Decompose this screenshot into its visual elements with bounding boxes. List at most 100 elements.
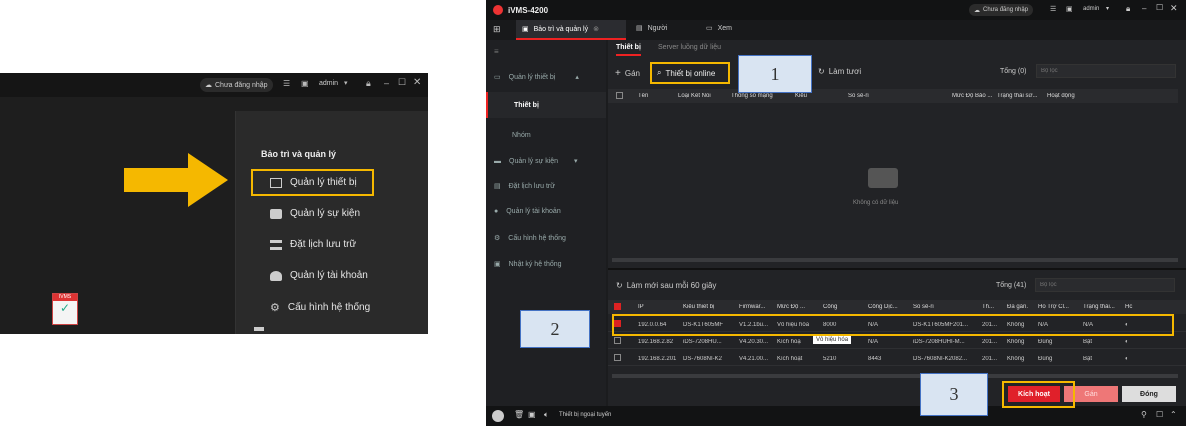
- search-icon: ⌕: [657, 68, 662, 77]
- refresh-icon: ↻: [818, 67, 825, 76]
- grid-icon[interactable]: ⊞: [493, 24, 501, 35]
- image-icon[interactable]: ▣: [301, 79, 309, 88]
- minimize-icon[interactable]: –: [1142, 4, 1146, 13]
- online-scrollbar[interactable]: [612, 374, 1178, 378]
- sidebar-item-group[interactable]: Nhóm: [512, 132, 531, 139]
- menu-title: Bảo trì và quản lý: [261, 149, 337, 159]
- online-total: Tổng (41): [996, 282, 1027, 289]
- add-button[interactable]: + Gán: [615, 68, 640, 79]
- menu-icon[interactable]: ≡: [494, 47, 499, 56]
- event-icon: ▬: [494, 157, 501, 165]
- select-all-checkbox[interactable]: [616, 91, 623, 99]
- image-icon[interactable]: ▣: [1066, 5, 1073, 13]
- select-all-online-checkbox[interactable]: [614, 302, 621, 310]
- list-icon[interactable]: ☰: [283, 79, 290, 88]
- sidebar-item-account[interactable]: ● Quản lý tài khoản: [494, 208, 561, 215]
- app-logo-icon: [493, 5, 503, 15]
- chevron-up-icon[interactable]: ⌃: [1170, 410, 1177, 419]
- login-status[interactable]: ☁ Chưa đăng nhập: [969, 4, 1034, 16]
- sidebar-item-storage[interactable]: ▤ Đặt lịch lưu trữ: [494, 182, 555, 191]
- total-count: Tổng (0): [1000, 68, 1027, 75]
- left-title-bar: ☁ Chưa đăng nhập ☰ ▣ admin ▾ 🔒︎ – ☐ ✕: [0, 73, 428, 97]
- maximize-icon[interactable]: ☐: [1156, 3, 1163, 12]
- minimize-icon[interactable]: –: [384, 78, 389, 88]
- sidebar-item-devices[interactable]: Thiết bị: [486, 92, 606, 118]
- maximize-icon[interactable]: ☐: [398, 77, 406, 88]
- chevron-down-icon[interactable]: ▾: [1106, 5, 1109, 12]
- people-icon: ▤: [636, 25, 643, 32]
- annotation-2: 2: [520, 310, 590, 348]
- cloud-icon: ☁: [205, 82, 212, 89]
- globe-icon[interactable]: ◐: [1125, 339, 1139, 345]
- menu-item-system-config[interactable]: ⚙ Cấu hình hệ thống: [270, 301, 370, 314]
- highlight-device-management: [251, 169, 374, 196]
- highlight-activate-button: [1002, 381, 1075, 408]
- user-icon: [270, 270, 282, 281]
- cloud-icon: ☁: [974, 7, 980, 14]
- sidebar-item-event-management[interactable]: ▬ Quản lý sự kiện ▾: [494, 157, 578, 166]
- device-icon: ▭: [494, 74, 501, 81]
- user-name[interactable]: admin: [1083, 6, 1099, 12]
- close-icon[interactable]: ✕: [413, 77, 421, 88]
- ivms-window: iVMS-4200 ☁ Chưa đăng nhập ☰ ▣ admin ▾ 🔒︎…: [486, 0, 1186, 426]
- maintenance-icon: ▣: [522, 26, 529, 33]
- lock-icon[interactable]: 🔒︎: [1126, 4, 1130, 14]
- view-icon: ▭: [706, 25, 713, 32]
- menu-item-event-management[interactable]: Quản lý sự kiện: [270, 208, 360, 219]
- lock-icon[interactable]: 🔒︎: [366, 78, 371, 89]
- event-icon: [270, 208, 282, 219]
- storage-icon: ▤: [494, 183, 501, 190]
- filter-input[interactable]: [1036, 64, 1176, 78]
- pin-icon[interactable]: ⚲: [1141, 410, 1147, 419]
- monitor-icon[interactable]: ▣: [528, 410, 536, 419]
- close-button[interactable]: Đóng: [1122, 386, 1176, 402]
- login-status[interactable]: ☁ Chưa đăng nhập: [200, 78, 273, 92]
- subtab-stream-server[interactable]: Server luồng dữ liệu: [658, 44, 721, 51]
- subtab-devices[interactable]: Thiết bị: [616, 44, 641, 56]
- tab-maintenance[interactable]: ▣ Bảo trì và quản lý ⊗: [516, 20, 626, 40]
- arrow-right-icon: [124, 153, 228, 207]
- close-tab-icon[interactable]: ⊗: [593, 25, 599, 33]
- online-filter-input[interactable]: [1035, 278, 1175, 292]
- tab-people[interactable]: ▤ Người: [636, 24, 667, 33]
- list-icon[interactable]: ☰: [1050, 5, 1056, 13]
- scrollbar[interactable]: [612, 258, 1178, 262]
- sidebar: ≡ ▭ Quản lý thiết bị ▴ Thiết bị Nhóm ▬ Quản…: [486, 40, 606, 406]
- menu-item-account-management[interactable]: Quản lý tài khoản: [270, 270, 368, 281]
- chevron-down-icon: ▾: [574, 158, 578, 165]
- refresh-icon: ↻: [616, 281, 623, 290]
- menu-item-storage-schedule[interactable]: Đặt lịch lưu trữ: [270, 239, 356, 250]
- calendar-icon[interactable]: IVMS ✓: [52, 293, 78, 325]
- plus-icon: +: [615, 68, 621, 79]
- table-row[interactable]: 192.168.2.82 iDS-7208HU... V4.20.30... K…: [608, 335, 1186, 349]
- row-checkbox[interactable]: [614, 337, 621, 344]
- alarm-icon[interactable]: [492, 410, 504, 422]
- divider: [608, 268, 1186, 270]
- gear-icon: ⚙: [270, 302, 280, 314]
- sidebar-item-system-config[interactable]: ⚙ Cấu hình hệ thống: [494, 234, 566, 243]
- speaker-icon[interactable]: 🔈︎: [544, 410, 549, 420]
- online-devices-button[interactable]: ⌕ Thiết bị online: [650, 62, 730, 84]
- chevron-down-icon[interactable]: ▾: [344, 79, 348, 87]
- refresh-button[interactable]: ↻ Làm tươi: [818, 67, 861, 76]
- tooltip: Vô hiệu hóa: [813, 336, 852, 344]
- close-icon[interactable]: ✕: [1170, 3, 1178, 14]
- storage-icon: [270, 239, 282, 250]
- tab-view[interactable]: ▭ Xem: [706, 24, 732, 33]
- trash-icon[interactable]: 🗑︎: [514, 410, 524, 419]
- check-icon: ✓: [59, 301, 71, 315]
- table-row[interactable]: 192.168.2.201 DS-7608NI-K2 V4.21.00... K…: [608, 352, 1186, 366]
- row-checkbox[interactable]: [614, 354, 621, 361]
- annotation-3: 3: [920, 373, 988, 416]
- module-tabs: ⊞ ▣ Bảo trì và quản lý ⊗ ▤ Người ▭ Xem: [486, 20, 1186, 40]
- globe-icon[interactable]: ◐: [1125, 356, 1139, 362]
- empty-box-icon: [868, 168, 898, 188]
- gear-icon: ⚙: [494, 235, 501, 242]
- more-icon: [254, 327, 264, 331]
- sidebar-item-system-log[interactable]: ▣ Nhật ký hệ thống: [494, 260, 562, 269]
- device-table-header: Tên Loại Kết Nối Thông số mạng Kiểu Số s…: [608, 89, 1178, 103]
- sidebar-item-device-management[interactable]: ▭ Quản lý thiết bị ▴: [494, 73, 579, 82]
- user-name[interactable]: admin: [319, 80, 338, 87]
- window-icon[interactable]: ☐: [1156, 410, 1163, 419]
- main-panel: Thiết bị Server luồng dữ liệu + Gán ⌕ Thiế…: [608, 40, 1186, 406]
